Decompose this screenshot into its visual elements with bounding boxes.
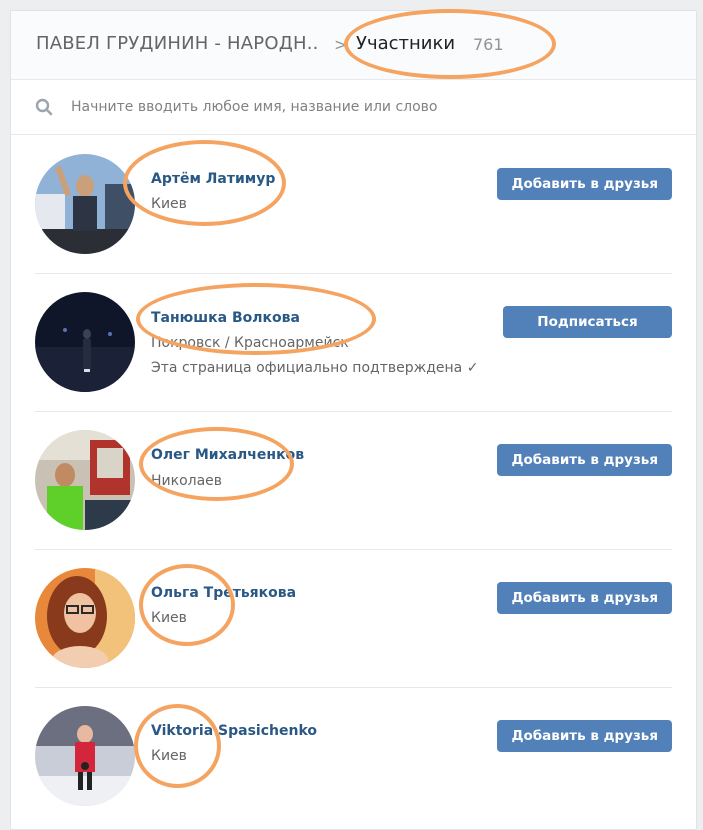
member-row: Артём Латимур Киев Добавить в друзья [35, 135, 672, 274]
member-name[interactable]: Viktoria Spasichenko [151, 723, 317, 739]
avatar[interactable] [35, 292, 135, 392]
avatar[interactable] [35, 568, 135, 668]
add-friend-button[interactable]: Добавить в друзья [497, 582, 672, 614]
breadcrumb-community[interactable]: ПАВЕЛ ГРУДИНИН - НАРОДН.. [36, 33, 319, 54]
member-city: Николаев [151, 473, 223, 489]
member-city: Киев [151, 196, 187, 212]
avatar[interactable] [35, 706, 135, 806]
member-row: Ольга Третьякова Киев Добавить в друзья [35, 549, 672, 688]
add-friend-button[interactable]: Добавить в друзья [497, 444, 672, 476]
search-icon [35, 98, 53, 116]
members-panel: ПАВЕЛ ГРУДИНИН - НАРОДН.. > Участники 76… [10, 10, 697, 830]
breadcrumb-current: Участники [356, 33, 456, 54]
member-city: Киев [151, 610, 187, 626]
members-count: 761 [473, 35, 504, 54]
avatar[interactable] [35, 430, 135, 530]
member-row: Олег Михалченков Николаев Добавить в дру… [35, 411, 672, 550]
member-name[interactable]: Артём Латимур [151, 171, 275, 187]
avatar[interactable] [35, 154, 135, 254]
breadcrumb-separator: > [334, 35, 348, 54]
member-row: Танюшка Волкова Покровск / Красноармейск… [35, 273, 672, 412]
member-city: Покровск / Красноармейск [151, 335, 349, 351]
search-bar [11, 80, 696, 135]
member-name[interactable]: Танюшка Волкова [151, 310, 300, 326]
member-city: Киев [151, 748, 187, 764]
add-friend-button[interactable]: Добавить в друзья [497, 168, 672, 200]
page-header: ПАВЕЛ ГРУДИНИН - НАРОДН.. > Участники 76… [11, 11, 696, 80]
member-name[interactable]: Олег Михалченков [151, 447, 304, 463]
verified-note: Эта страница официально подтверждена ✓ [151, 360, 479, 376]
subscribe-button[interactable]: Подписаться [503, 306, 672, 338]
member-row: Viktoria Spasichenko Киев Добавить в дру… [35, 687, 672, 825]
search-input[interactable] [69, 90, 673, 124]
member-name[interactable]: Ольга Третьякова [151, 585, 296, 601]
add-friend-button[interactable]: Добавить в друзья [497, 720, 672, 752]
